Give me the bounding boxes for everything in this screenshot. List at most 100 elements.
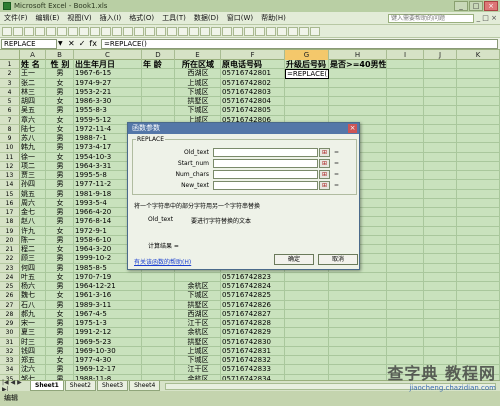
cell[interactable] xyxy=(387,282,424,292)
cell[interactable] xyxy=(457,365,500,375)
cell[interactable]: 男 xyxy=(46,87,74,97)
cell[interactable] xyxy=(424,328,457,338)
cell[interactable] xyxy=(424,226,457,236)
cell[interactable] xyxy=(329,291,387,301)
cell[interactable] xyxy=(457,300,500,310)
fill-color-icon[interactable] xyxy=(299,26,309,36)
cell[interactable] xyxy=(457,134,500,144)
column-header-g[interactable]: G xyxy=(285,50,329,60)
cell[interactable]: 下城区 xyxy=(175,87,221,97)
cell[interactable]: 魏七 xyxy=(20,291,46,301)
cell[interactable] xyxy=(285,356,329,366)
cell[interactable] xyxy=(142,346,175,356)
start-num-field[interactable] xyxy=(213,159,318,168)
cell[interactable] xyxy=(387,152,424,162)
spellcheck-icon[interactable] xyxy=(57,26,67,36)
cell[interactable] xyxy=(387,87,424,97)
cell[interactable] xyxy=(285,337,329,347)
num-chars-field[interactable] xyxy=(213,170,318,179)
cell[interactable]: 1974-9-27 xyxy=(74,78,142,88)
sheet-tab-2[interactable]: Sheet2 xyxy=(64,381,96,391)
cell[interactable] xyxy=(387,208,424,218)
cell[interactable] xyxy=(457,87,500,97)
cell[interactable] xyxy=(387,171,424,181)
cell[interactable] xyxy=(285,328,329,338)
cell[interactable]: 吴五 xyxy=(20,106,46,116)
column-header-k[interactable]: K xyxy=(457,50,500,60)
row-header[interactable]: 6 xyxy=(0,106,20,116)
cell[interactable]: 1969-5-23 xyxy=(74,337,142,347)
formula-input[interactable]: =REPLACE() xyxy=(100,38,498,49)
cell[interactable]: 男 xyxy=(46,328,74,338)
cell[interactable] xyxy=(285,319,329,329)
cell[interactable] xyxy=(142,337,175,347)
merge-icon[interactable] xyxy=(255,26,265,36)
cell[interactable]: 1970-7-19 xyxy=(74,272,142,282)
row-header[interactable]: 28 xyxy=(0,309,20,319)
cell[interactable] xyxy=(285,309,329,319)
cell[interactable] xyxy=(387,337,424,347)
column-header-f[interactable]: F xyxy=(221,50,285,60)
row-header[interactable]: 5 xyxy=(0,97,20,107)
cell[interactable] xyxy=(457,78,500,88)
cell[interactable]: 何四 xyxy=(20,263,46,273)
cell[interactable]: 女 xyxy=(46,272,74,282)
cell[interactable]: 拱墅区 xyxy=(175,337,221,347)
cell[interactable]: 韩九 xyxy=(20,143,46,153)
cell[interactable] xyxy=(329,346,387,356)
cell[interactable]: 男 xyxy=(46,235,74,245)
cell[interactable] xyxy=(387,291,424,301)
cell[interactable]: 杨六 xyxy=(20,282,46,292)
cell[interactable]: 石八 xyxy=(20,300,46,310)
cell[interactable]: 女 xyxy=(46,309,74,319)
borders-icon[interactable] xyxy=(288,26,298,36)
ok-button[interactable]: 确定 xyxy=(274,254,314,265)
cell[interactable] xyxy=(457,180,500,190)
cell[interactable] xyxy=(142,282,175,292)
cell[interactable] xyxy=(329,337,387,347)
sum-icon[interactable] xyxy=(123,26,133,36)
row-header[interactable]: 17 xyxy=(0,208,20,218)
cell[interactable]: 所在区域 xyxy=(175,60,221,70)
cell[interactable]: 男 xyxy=(46,134,74,144)
menu-tools[interactable]: 工具(T) xyxy=(158,13,190,23)
cell[interactable]: 1967-6-15 xyxy=(74,69,142,79)
cell[interactable] xyxy=(285,78,329,88)
cell[interactable]: 孙四 xyxy=(20,180,46,190)
menu-format[interactable]: 格式(O) xyxy=(125,13,158,23)
cell[interactable] xyxy=(387,189,424,199)
cell[interactable]: 金七 xyxy=(20,208,46,218)
cell[interactable]: 下城区 xyxy=(175,106,221,116)
chevron-down-icon[interactable]: ▼ xyxy=(58,40,64,47)
cell[interactable]: 1975-1-3 xyxy=(74,319,142,329)
row-header[interactable]: 11 xyxy=(0,152,20,162)
cell[interactable]: 女 xyxy=(46,291,74,301)
cell[interactable]: 郑五 xyxy=(20,356,46,366)
cell[interactable] xyxy=(285,282,329,292)
cell[interactable]: 05716742832 xyxy=(221,356,285,366)
cell[interactable] xyxy=(457,124,500,134)
bold-icon[interactable] xyxy=(189,26,199,36)
cell[interactable] xyxy=(457,69,500,79)
row-header[interactable]: 27 xyxy=(0,300,20,310)
cell[interactable]: 男 xyxy=(46,319,74,329)
cell[interactable] xyxy=(424,161,457,171)
cell[interactable] xyxy=(457,337,500,347)
name-box[interactable]: REPLACE xyxy=(1,38,57,49)
row-header[interactable]: 2 xyxy=(0,69,20,79)
redo-icon[interactable] xyxy=(112,26,122,36)
cell[interactable] xyxy=(457,143,500,153)
cell[interactable] xyxy=(387,97,424,107)
cell[interactable]: 下城区 xyxy=(175,291,221,301)
cell[interactable] xyxy=(142,97,175,107)
menu-data[interactable]: 数据(D) xyxy=(190,13,223,23)
cell[interactable] xyxy=(387,226,424,236)
cell[interactable] xyxy=(457,217,500,227)
cell[interactable] xyxy=(387,134,424,144)
column-header-b[interactable]: B xyxy=(46,50,74,60)
active-cell-g2[interactable]: =REPLACE() xyxy=(285,69,329,79)
cell[interactable]: 女 xyxy=(46,356,74,366)
cell[interactable] xyxy=(387,198,424,208)
cell[interactable]: 江干区 xyxy=(175,365,221,375)
menu-window[interactable]: 窗口(W) xyxy=(223,13,257,23)
